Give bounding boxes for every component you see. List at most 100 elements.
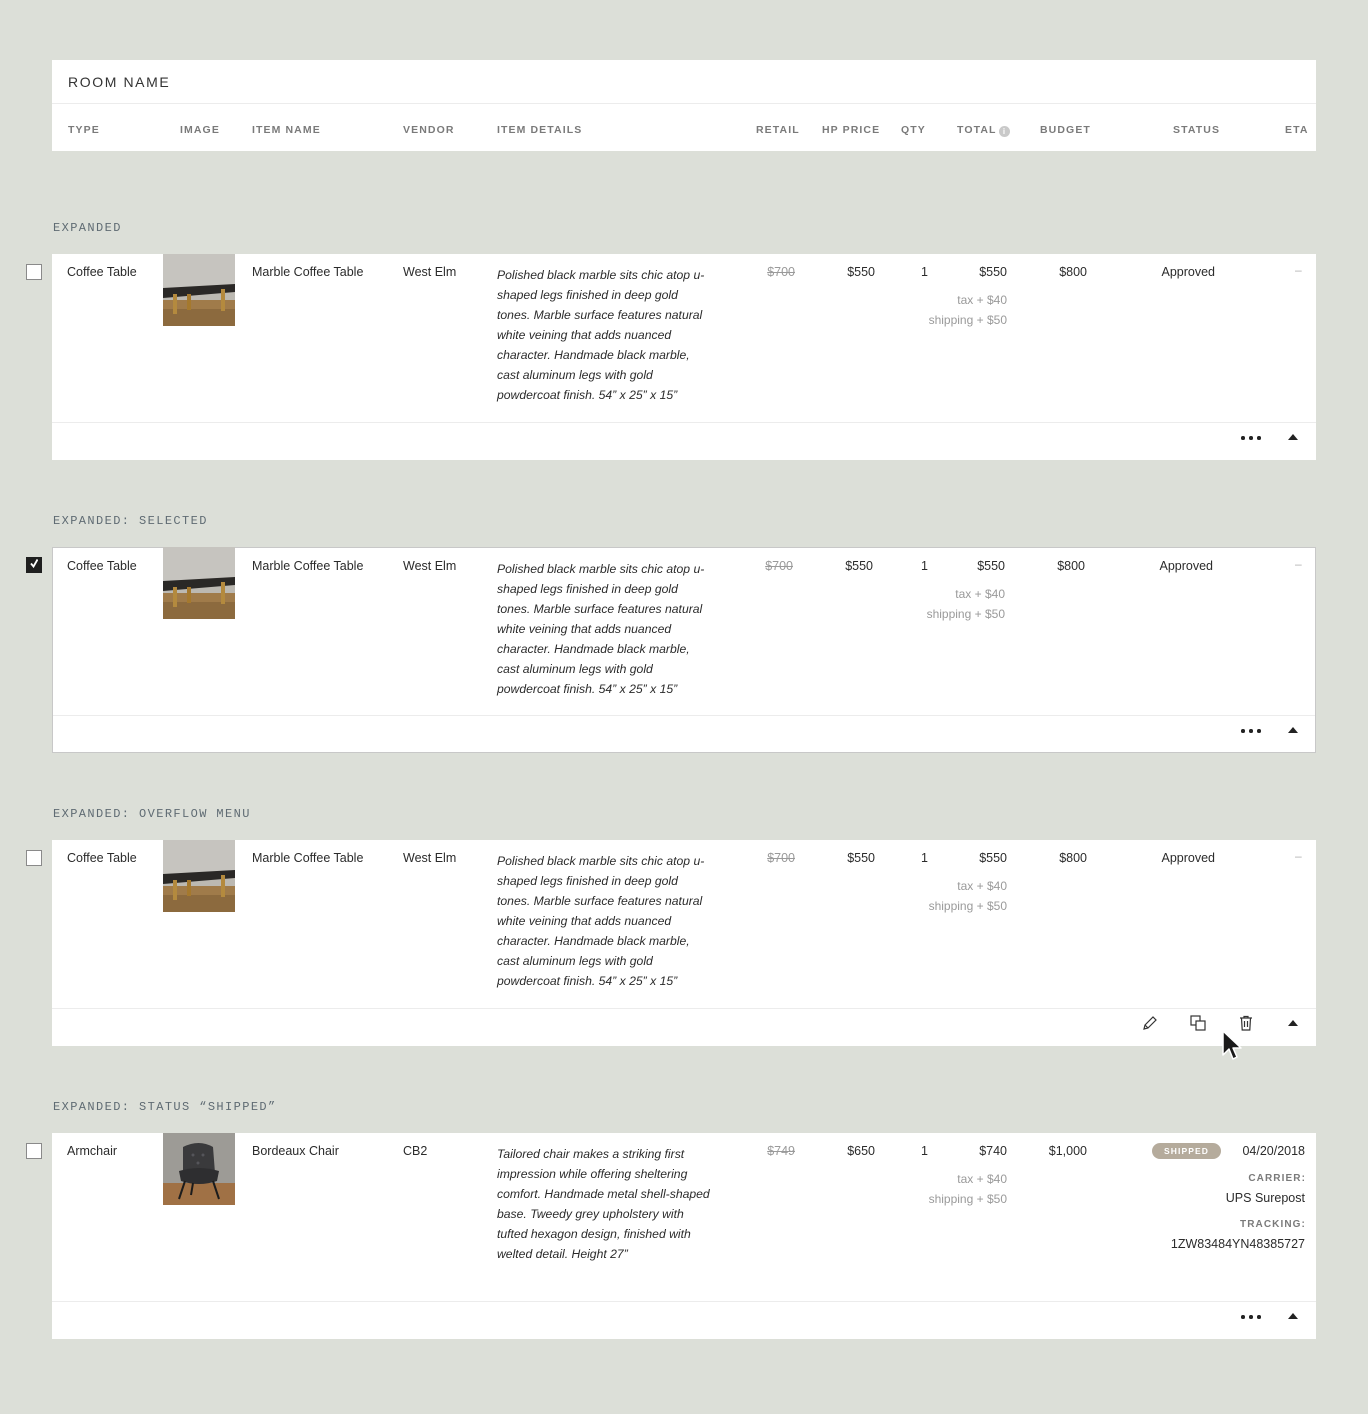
section-label: EXPANDED: SELECTED <box>53 514 208 528</box>
column-header-status[interactable]: STATUS <box>1173 124 1220 136</box>
column-header-eta[interactable]: ETA <box>1285 124 1309 136</box>
more-dot <box>1249 1315 1253 1319</box>
column-header-budget[interactable]: BUDGET <box>1040 124 1091 136</box>
tax-breakdown: tax + $40 <box>957 1172 1007 1186</box>
tax-value: + $40 <box>976 293 1007 307</box>
more-dot <box>1257 436 1261 440</box>
column-header-total-wrap[interactable]: TOTAL i <box>957 124 1010 137</box>
cell-item-details: Polished black marble sits chic atop u-s… <box>497 854 705 988</box>
cell-item-details: Polished black marble sits chic atop u-s… <box>497 562 705 696</box>
cell-item-name[interactable]: Marble Coffee Table <box>252 265 363 279</box>
shipping-value: + $50 <box>976 313 1007 327</box>
section-label: EXPANDED <box>53 221 122 235</box>
row-footer-divider <box>52 1301 1316 1302</box>
tax-label: tax <box>957 293 974 307</box>
shipping-label: shipping <box>928 1192 974 1206</box>
edit-button[interactable] <box>1141 1014 1159 1032</box>
table-row[interactable]: Coffee Table Marble Coffee Table West Elm P… <box>52 840 1316 1046</box>
tax-value: + $40 <box>974 587 1005 601</box>
column-header-image[interactable]: IMAGE <box>180 124 220 136</box>
column-header-type[interactable]: TYPE <box>68 124 100 136</box>
more-icon[interactable] <box>1238 722 1264 738</box>
cell-item-name[interactable]: Marble Coffee Table <box>252 851 363 865</box>
table-row[interactable]: Coffee Table Marble Coffee Table West Elm P… <box>52 254 1316 460</box>
row-select-checkbox[interactable] <box>26 264 42 280</box>
cell-retail: $700 <box>767 265 795 279</box>
row-select-checkbox[interactable] <box>26 557 42 573</box>
item-thumbnail[interactable] <box>163 1133 235 1205</box>
shipping-label: shipping <box>928 313 974 327</box>
cell-retail: $700 <box>767 851 795 865</box>
cell-vendor: West Elm <box>403 559 457 573</box>
column-header-qty[interactable]: QTY <box>901 124 926 136</box>
cell-qty: 1 <box>921 265 928 279</box>
cell-hp-price: $550 <box>845 559 873 573</box>
column-header-item-details[interactable]: ITEM DETAILS <box>497 124 582 136</box>
row-footer-divider <box>52 1008 1316 1009</box>
cell-qty: 1 <box>921 1144 928 1158</box>
shipping-value: + $50 <box>974 607 1005 621</box>
collapse-up-icon[interactable] <box>1286 1015 1300 1031</box>
shipping-label: shipping <box>928 899 974 913</box>
shipping-value: + $50 <box>976 1192 1007 1206</box>
collapse-up-icon[interactable] <box>1286 429 1300 445</box>
header-divider <box>52 103 1316 104</box>
cell-retail: $749 <box>767 1144 795 1158</box>
room-name-title: ROOM NAME <box>68 74 171 90</box>
column-header-total: TOTAL <box>957 124 997 136</box>
column-header-vendor[interactable]: VENDOR <box>403 124 455 136</box>
more-dot <box>1257 1315 1261 1319</box>
table-row[interactable]: Armchair Bordeaux Chair CB2 Tailored chair … <box>52 1133 1316 1339</box>
tracking-number[interactable]: 1ZW83484YN48385727 <box>1171 1237 1305 1251</box>
column-header-item-name[interactable]: ITEM NAME <box>252 124 321 136</box>
cell-total: $740 <box>979 1144 1007 1158</box>
row-select-checkbox[interactable] <box>26 1143 42 1159</box>
tracking-label: TRACKING: <box>1239 1219 1306 1230</box>
item-thumbnail[interactable] <box>163 547 235 619</box>
cell-type: Coffee Table <box>67 851 137 865</box>
table-row[interactable]: Coffee Table Marble Coffee Table West Elm P… <box>52 547 1316 753</box>
collapse-up-icon[interactable] <box>1286 1308 1300 1324</box>
row-footer-divider <box>53 715 1315 716</box>
column-header-retail[interactable]: RETAIL <box>756 124 800 136</box>
tax-breakdown: tax + $40 <box>957 879 1007 893</box>
check-icon <box>30 559 38 569</box>
cell-vendor: West Elm <box>403 851 457 865</box>
tax-breakdown: tax + $40 <box>957 293 1007 307</box>
item-thumbnail[interactable] <box>163 254 235 326</box>
more-dot <box>1249 436 1253 440</box>
cell-eta: 04/20/2018 <box>1242 1144 1305 1158</box>
cell-total: $550 <box>979 851 1007 865</box>
cell-hp-price: $550 <box>847 851 875 865</box>
cell-hp-price: $550 <box>847 265 875 279</box>
carrier-label: CARRIER: <box>1248 1173 1306 1184</box>
more-dot <box>1241 436 1245 440</box>
cell-eta: – <box>1295 263 1302 277</box>
table-header-card: ROOM NAME TYPE IMAGE ITEM NAME VENDOR IT… <box>52 60 1316 151</box>
cell-type: Armchair <box>67 1144 118 1158</box>
row-select-checkbox[interactable] <box>26 850 42 866</box>
cell-item-name[interactable]: Marble Coffee Table <box>252 559 363 573</box>
tax-value: + $40 <box>976 879 1007 893</box>
tax-label: tax <box>957 879 974 893</box>
cell-item-name[interactable]: Bordeaux Chair <box>252 1144 339 1158</box>
mouse-cursor-icon <box>1222 1030 1242 1060</box>
column-header-hp-price[interactable]: HP PRICE <box>822 124 880 136</box>
duplicate-button[interactable] <box>1189 1014 1207 1032</box>
cell-eta: – <box>1295 849 1302 863</box>
shipping-breakdown: shipping + $50 <box>929 313 1007 327</box>
cell-type: Coffee Table <box>67 265 137 279</box>
item-thumbnail[interactable] <box>163 840 235 912</box>
cell-total: $550 <box>979 265 1007 279</box>
more-dot <box>1249 729 1253 733</box>
more-icon[interactable] <box>1238 429 1264 445</box>
tax-breakdown: tax + $40 <box>955 587 1005 601</box>
collapse-up-icon[interactable] <box>1286 722 1300 738</box>
cell-item-details: Tailored chair makes a striking first im… <box>497 1147 710 1261</box>
info-icon[interactable]: i <box>998 126 1010 137</box>
duplicate-icon <box>1190 1015 1206 1031</box>
more-icon[interactable] <box>1238 1308 1264 1324</box>
cell-retail: $700 <box>765 559 793 573</box>
carrier-value: UPS Surepost <box>1225 1191 1305 1205</box>
section-label: EXPANDED: OVERFLOW MENU <box>53 807 251 821</box>
